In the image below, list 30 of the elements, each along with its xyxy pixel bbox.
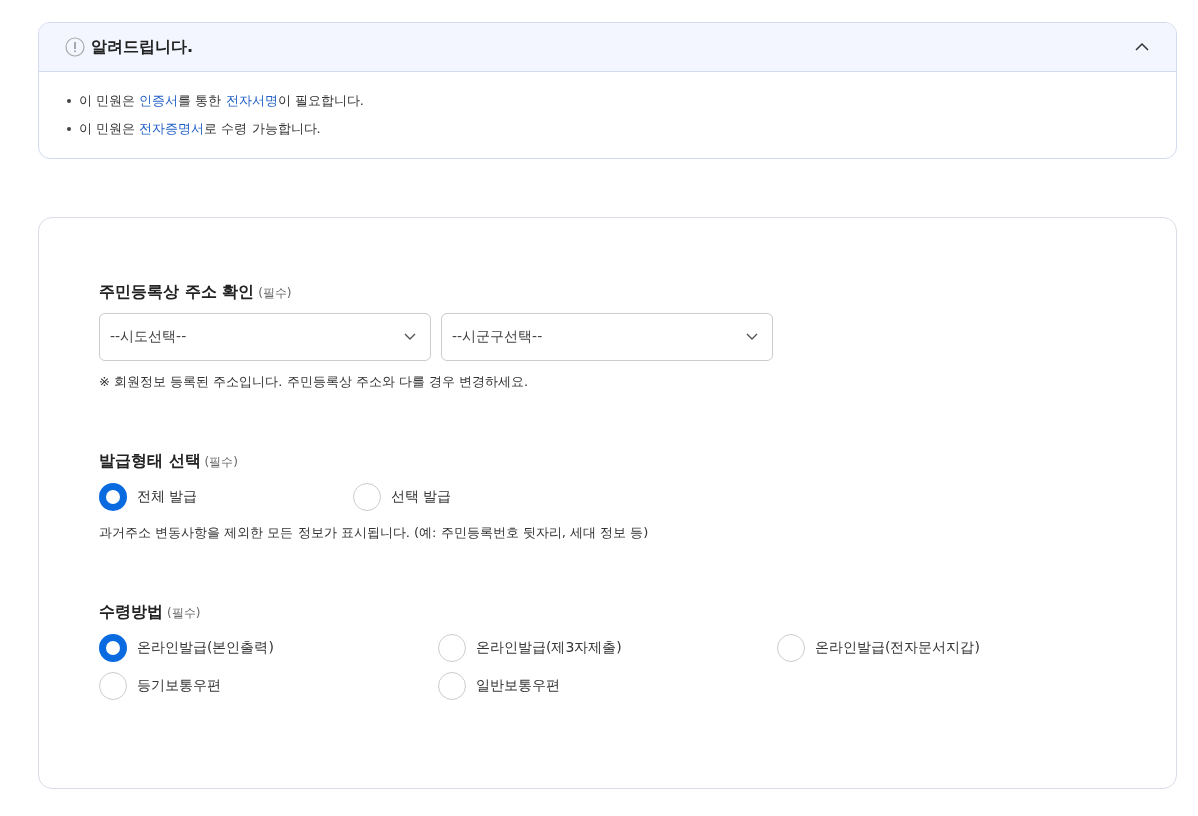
section-title: 주민등록상 주소 확인	[99, 282, 255, 303]
required-label: (필수)	[258, 285, 292, 302]
bullet	[67, 127, 71, 131]
radio-button[interactable]	[99, 634, 127, 662]
dropdown[interactable]: --시도선택--	[99, 313, 431, 361]
highlighted-term: 전자증명서	[139, 121, 205, 136]
notice-text: 이 민원은 전자증명서 로 수령 가능합니다.	[79, 120, 321, 138]
radio-label[interactable]: 전체 발급	[137, 488, 198, 506]
radio-button[interactable]	[99, 483, 127, 511]
bullet	[67, 99, 71, 103]
exclamation-icon	[65, 37, 85, 57]
radio-label[interactable]: 선택 발급	[391, 488, 452, 506]
section-title: 수령방법	[99, 602, 163, 623]
notice-text: 이 민원은 인증서 를 통한 전자서명 이 필요합니다.	[79, 92, 364, 110]
radio-label[interactable]: 온라인발급(전자문서지갑)	[815, 639, 980, 657]
section-title: 발급형태 선택	[99, 451, 201, 472]
chevron-down-icon	[746, 333, 758, 341]
chevron-down-icon	[404, 333, 416, 341]
notice-title: 알려드립니다.	[91, 36, 195, 58]
highlighted-term: 인증서	[139, 93, 179, 108]
help-text: 과거주소 변동사항을 제외한 모든 정보가 표시됩니다. (예: 주민등록번호 뒷자리, 세대 정보 등)	[99, 524, 650, 542]
help-text: ※ 회원정보 등록된 주소입니다. 주민등록상 주소와 다를 경우 변경하세요.	[99, 373, 530, 391]
required-label: (필수)	[204, 454, 238, 471]
radio-label[interactable]: 등기보통우편	[137, 677, 221, 695]
radio-label[interactable]: 온라인발급(제3자제출)	[476, 639, 622, 657]
required-label: (필수)	[167, 605, 201, 622]
radio-label[interactable]: 온라인발급(본인출력)	[137, 639, 274, 657]
radio-label[interactable]: 일반보통우편	[476, 677, 560, 695]
highlighted-term: 전자서명	[225, 93, 278, 108]
dropdown[interactable]: --시군구선택--	[441, 313, 773, 361]
